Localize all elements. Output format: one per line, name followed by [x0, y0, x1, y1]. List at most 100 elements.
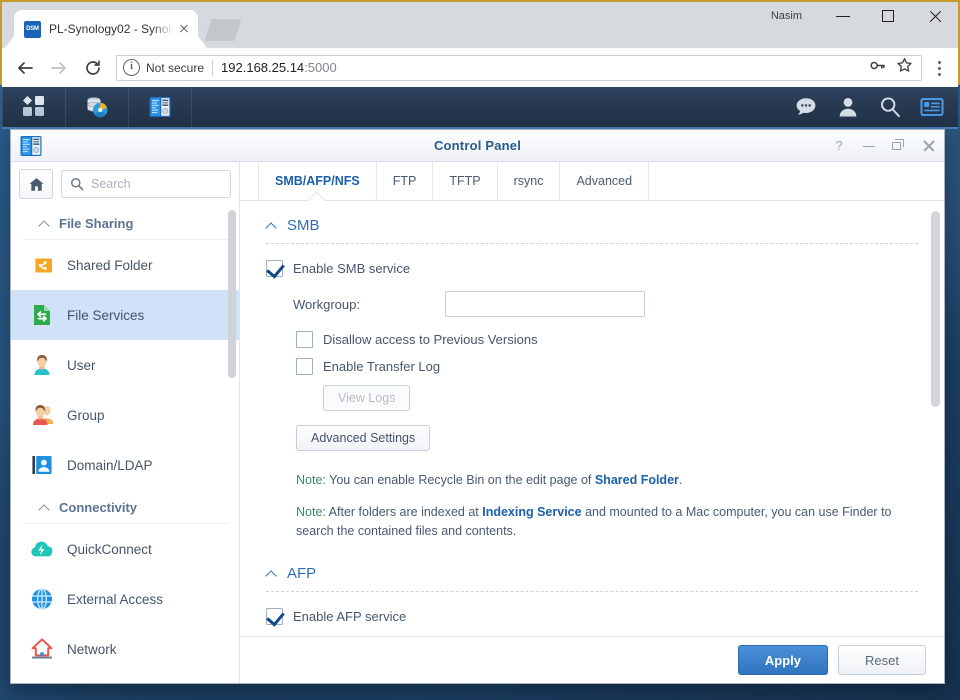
- dsm-favicon: DSM: [24, 20, 41, 38]
- sidebar-item-user[interactable]: User: [11, 340, 239, 390]
- tab-label: Advanced: [576, 174, 633, 188]
- sidebar-item-network[interactable]: Network: [11, 624, 239, 674]
- tab-label: rsync: [513, 174, 544, 188]
- note-tag: Note:: [296, 473, 326, 487]
- star-icon[interactable]: [896, 57, 913, 79]
- tab-rsync[interactable]: rsync: [498, 162, 561, 200]
- search-input[interactable]: Search: [61, 170, 231, 198]
- disallow-previous-versions-checkbox[interactable]: [296, 331, 313, 348]
- sidebar-item-domain-ldap[interactable]: Domain/LDAP: [11, 440, 239, 490]
- smb-note-2: Note: After folders are indexed at Index…: [266, 503, 918, 541]
- tab-tftp[interactable]: TFTP: [433, 162, 498, 200]
- sidebar-item-quickconnect[interactable]: QuickConnect: [11, 524, 239, 574]
- chat-icon[interactable]: [794, 95, 818, 119]
- advanced-settings-button[interactable]: Advanced Settings: [296, 425, 431, 451]
- home-icon[interactable]: [19, 169, 53, 199]
- group-icon: [29, 402, 55, 428]
- enable-transfer-log-row: Enable Transfer Log: [266, 358, 918, 375]
- view-logs-button: View Logs: [323, 385, 411, 411]
- dsm-desktop: DSM PL-Synology02 - Synolog Nasim i Not …: [0, 0, 960, 700]
- browser-close-button[interactable]: [912, 2, 958, 32]
- sidebar-item-label: Network: [67, 641, 117, 657]
- sidebar-item-file-services[interactable]: File Services: [11, 290, 239, 340]
- maximize-icon[interactable]: [892, 138, 906, 153]
- back-arrow-icon[interactable]: [10, 53, 40, 83]
- tab-ftp[interactable]: FTP: [377, 162, 434, 200]
- content-scrollbar[interactable]: [931, 211, 940, 407]
- enable-afp-service-checkbox[interactable]: [266, 608, 283, 625]
- window-title: Control Panel: [433, 138, 522, 153]
- settings-tabs: SMB/AFP/NFS FTP TFTP rsync Advanced: [240, 162, 944, 201]
- sidebar-item-label: Group: [67, 407, 105, 423]
- key-icon[interactable]: [869, 57, 886, 79]
- url-port: :5000: [304, 60, 337, 75]
- reload-icon[interactable]: [78, 53, 108, 83]
- search-icon[interactable]: [878, 95, 902, 119]
- tab-smb-afp-nfs[interactable]: SMB/AFP/NFS: [258, 162, 377, 200]
- smb-section-title: SMB: [287, 217, 320, 234]
- sidebar-item-label: User: [67, 357, 96, 373]
- url-host: 192.168.25.14: [221, 60, 305, 75]
- browser-maximize-button[interactable]: [866, 2, 912, 32]
- note-text: After folders are indexed at: [325, 505, 483, 519]
- close-icon[interactable]: [922, 139, 936, 153]
- storage-manager-icon[interactable]: [66, 85, 128, 129]
- browser-minimize-button[interactable]: [820, 2, 866, 32]
- sidebar-scroll-area: File Sharing Shared Folder File Services: [11, 206, 239, 683]
- sidebar-toolbar: Search: [11, 162, 239, 206]
- help-icon[interactable]: ?: [832, 138, 846, 153]
- tab-close-icon[interactable]: [176, 21, 192, 37]
- sidebar-item-label: Shared Folder: [67, 257, 153, 273]
- sidebar-group-connectivity[interactable]: Connectivity: [23, 490, 229, 524]
- tab-label: SMB/AFP/NFS: [275, 174, 360, 188]
- enable-afp-service-row: Enable AFP service: [266, 608, 918, 625]
- search-placeholder: Search: [91, 177, 131, 191]
- workgroup-input[interactable]: [445, 291, 645, 317]
- note-text-tail: .: [678, 473, 683, 487]
- address-bar[interactable]: i Not secure 192.168.25.14:5000: [116, 54, 922, 81]
- quickconnect-icon: [29, 536, 55, 562]
- sidebar-item-label: QuickConnect: [67, 541, 152, 557]
- main-menu-icon[interactable]: [3, 85, 65, 129]
- kebab-menu-icon[interactable]: [928, 55, 950, 81]
- window-footer: Apply Reset: [240, 636, 944, 683]
- enable-transfer-log-checkbox[interactable]: [296, 358, 313, 375]
- omnibox-divider: [212, 59, 214, 76]
- sidebar-group-file-sharing[interactable]: File Sharing: [23, 206, 229, 240]
- apply-button[interactable]: Apply: [737, 645, 829, 675]
- user-icon[interactable]: [836, 95, 860, 119]
- security-status-label: Not secure: [146, 60, 205, 75]
- browser-toolbar: i Not secure 192.168.25.14:5000: [2, 48, 958, 87]
- chevron-up-icon: [266, 220, 277, 231]
- info-circle-icon[interactable]: i: [123, 59, 140, 76]
- enable-smb-service-checkbox[interactable]: [266, 260, 283, 277]
- sidebar-item-label: External Access: [67, 591, 164, 607]
- view-logs-row: View Logs: [266, 385, 918, 411]
- user-icon: [29, 352, 55, 378]
- sidebar-item-group[interactable]: Group: [11, 390, 239, 440]
- browser-profile-name[interactable]: Nasim: [771, 10, 802, 22]
- disallow-previous-versions-label: Disallow access to Previous Versions: [323, 332, 538, 347]
- widgets-icon[interactable]: [920, 95, 944, 119]
- browser-tab[interactable]: DSM PL-Synology02 - Synolog: [14, 10, 198, 48]
- forward-arrow-icon: [44, 53, 74, 83]
- browser-window-controls: Nasim: [771, 2, 958, 48]
- minimize-icon[interactable]: [862, 139, 876, 153]
- enable-transfer-log-label: Enable Transfer Log: [323, 359, 441, 374]
- afp-section-header[interactable]: AFP: [266, 565, 918, 592]
- tab-advanced[interactable]: Advanced: [560, 162, 650, 200]
- browser-chrome: DSM PL-Synology02 - Synolog Nasim i Not …: [0, 0, 960, 87]
- reset-button[interactable]: Reset: [838, 645, 926, 675]
- sidebar-item-dhcp-server[interactable]: DHCP Server: [11, 674, 239, 683]
- new-tab-button[interactable]: [204, 19, 242, 41]
- chevron-up-icon: [39, 502, 50, 513]
- sidebar-item-shared-folder[interactable]: Shared Folder: [11, 240, 239, 290]
- sidebar-group-label: File Sharing: [59, 216, 134, 231]
- note-text: You can enable Recycle Bin on the edit p…: [325, 473, 595, 487]
- sidebar-scrollbar[interactable]: [228, 210, 236, 378]
- sidebar-item-external-access[interactable]: External Access: [11, 574, 239, 624]
- window-titlebar[interactable]: Control Panel ?: [11, 130, 944, 162]
- taskbar-right-group: [794, 95, 958, 119]
- control-panel-icon[interactable]: [129, 85, 191, 129]
- smb-section-header[interactable]: SMB: [266, 217, 918, 244]
